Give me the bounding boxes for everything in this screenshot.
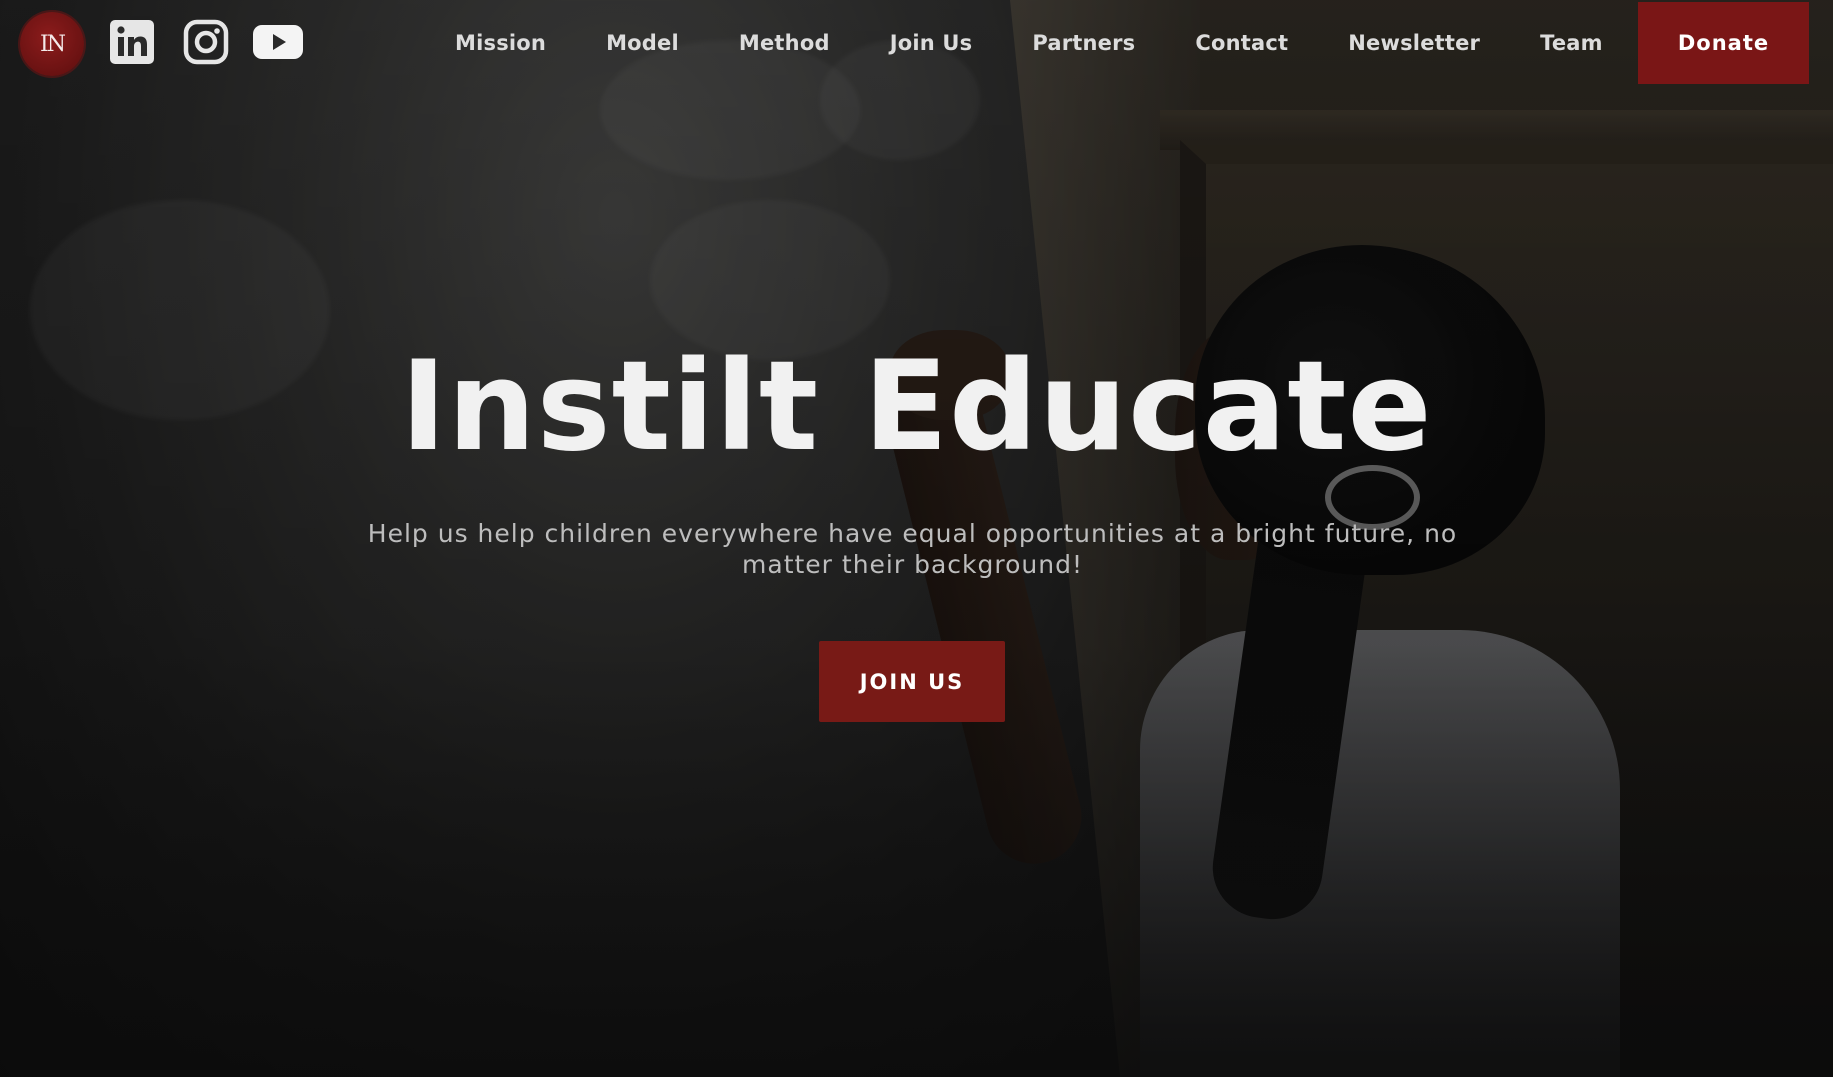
main-nav: Mission Model Method Join Us Partners Co…	[434, 0, 1633, 86]
site-header: IN Mission Model Method Join Us Partners…	[0, 0, 1833, 86]
join-us-button[interactable]: JOIN US	[819, 641, 1005, 722]
youtube-icon	[253, 25, 303, 59]
nav-item-partners[interactable]: Partners	[1002, 31, 1165, 55]
nav-item-mission[interactable]: Mission	[434, 31, 576, 55]
instagram-icon	[183, 19, 229, 65]
donate-button[interactable]: Donate	[1638, 2, 1809, 84]
nav-item-contact[interactable]: Contact	[1165, 31, 1318, 55]
youtube-link[interactable]	[252, 18, 304, 66]
instagram-link[interactable]	[182, 18, 230, 66]
logo-mark: IN	[40, 31, 66, 57]
site-logo[interactable]: IN	[20, 12, 84, 76]
hero-subtitle: Help us help children everywhere have eq…	[367, 519, 1458, 579]
linkedin-icon	[110, 20, 154, 64]
nav-item-join-us[interactable]: Join Us	[860, 31, 1003, 55]
linkedin-link[interactable]	[108, 18, 156, 66]
landing-page: IN Mission Model Method Join Us Partners…	[0, 0, 1833, 1077]
nav-item-model[interactable]: Model	[576, 31, 709, 55]
nav-item-method[interactable]: Method	[709, 31, 860, 55]
hero-title: Instilt Educate	[400, 335, 1433, 479]
nav-item-newsletter[interactable]: Newsletter	[1318, 31, 1510, 55]
nav-item-team[interactable]: Team	[1510, 31, 1633, 55]
